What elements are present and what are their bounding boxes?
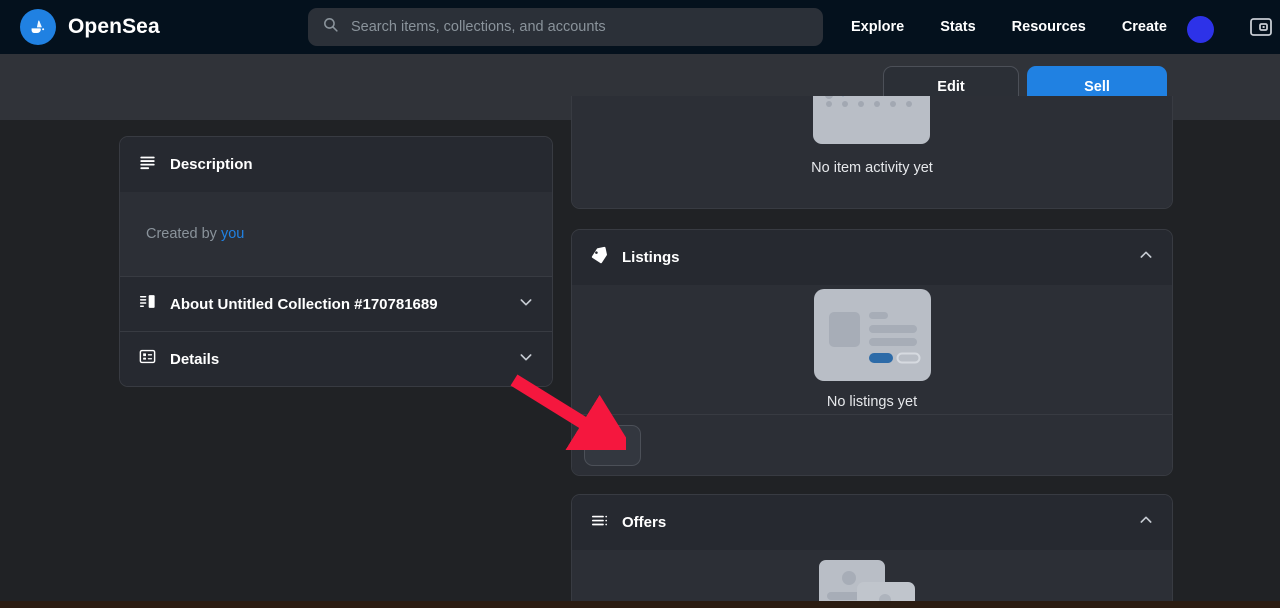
created-by-link[interactable]: you bbox=[221, 226, 244, 242]
about-article-icon bbox=[138, 292, 157, 316]
about-collection-title: About Untitled Collection #170781689 bbox=[170, 296, 438, 313]
listings-panel: Listings No listings yet Sell bbox=[571, 229, 1173, 476]
nav-item-explore[interactable]: Explore bbox=[833, 19, 922, 35]
nav-item-resources[interactable]: Resources bbox=[994, 19, 1104, 35]
chevron-down-icon[interactable] bbox=[518, 294, 534, 315]
avatar[interactable] bbox=[1187, 16, 1214, 43]
details-grid-icon bbox=[138, 347, 157, 371]
nav-item-stats[interactable]: Stats bbox=[922, 19, 993, 35]
created-by-text: Created by you bbox=[146, 226, 244, 242]
description-panel-body: Created by you bbox=[120, 192, 552, 276]
activity-empty-label: No item activity yet bbox=[811, 160, 933, 176]
item-activity-body: No item activity yet bbox=[572, 96, 1172, 208]
created-by-prefix: Created by bbox=[146, 226, 221, 242]
listings-empty-label: No listings yet bbox=[827, 394, 917, 410]
bottom-edge-strip bbox=[0, 601, 1280, 608]
offers-panel: Offers bbox=[571, 494, 1173, 608]
tag-icon bbox=[590, 246, 609, 270]
brand-logo[interactable]: OpenSea bbox=[20, 9, 160, 45]
chevron-up-icon[interactable] bbox=[1138, 247, 1154, 268]
chart-placeholder-illustration bbox=[813, 96, 930, 144]
item-activity-panel: No item activity yet bbox=[571, 96, 1173, 209]
details-title: Details bbox=[170, 351, 219, 368]
nav-item-create[interactable]: Create bbox=[1104, 19, 1185, 35]
brand-name: OpenSea bbox=[68, 15, 160, 39]
search-placeholder: Search items, collections, and accounts bbox=[351, 19, 606, 35]
details-row[interactable]: Details bbox=[120, 331, 552, 386]
nav-links: Explore Stats Resources Create bbox=[833, 0, 1185, 54]
search-input[interactable]: Search items, collections, and accounts bbox=[308, 8, 823, 46]
listing-card-placeholder-illustration bbox=[814, 289, 931, 381]
listings-panel-title: Listings bbox=[622, 249, 680, 266]
description-panel-header[interactable]: Description bbox=[120, 137, 552, 192]
opensea-ship-icon bbox=[20, 9, 56, 45]
description-lines-icon bbox=[138, 153, 157, 177]
listings-empty-state: No listings yet bbox=[814, 289, 931, 410]
wallet-icon[interactable] bbox=[1248, 15, 1274, 39]
chevron-up-icon[interactable] bbox=[1138, 512, 1154, 533]
offers-panel-body bbox=[572, 550, 1172, 608]
chevron-down-icon[interactable] bbox=[518, 349, 534, 370]
top-navigation-bar: OpenSea Search items, collections, and a… bbox=[0, 0, 1280, 54]
item-info-card: Description Created by you About Untitle… bbox=[119, 136, 553, 387]
listings-sell-button[interactable]: Sell bbox=[584, 425, 641, 466]
listings-panel-header[interactable]: Listings bbox=[572, 230, 1172, 285]
offers-panel-title: Offers bbox=[622, 514, 666, 531]
list-icon bbox=[590, 511, 609, 535]
about-collection-row[interactable]: About Untitled Collection #170781689 bbox=[120, 276, 552, 331]
search-icon bbox=[322, 16, 339, 38]
offers-panel-header[interactable]: Offers bbox=[572, 495, 1172, 550]
listings-panel-body: No listings yet bbox=[572, 285, 1172, 414]
description-panel-title: Description bbox=[170, 156, 253, 173]
activity-empty-state: No item activity yet bbox=[811, 96, 933, 176]
listings-sell-row: Sell bbox=[572, 414, 1172, 476]
